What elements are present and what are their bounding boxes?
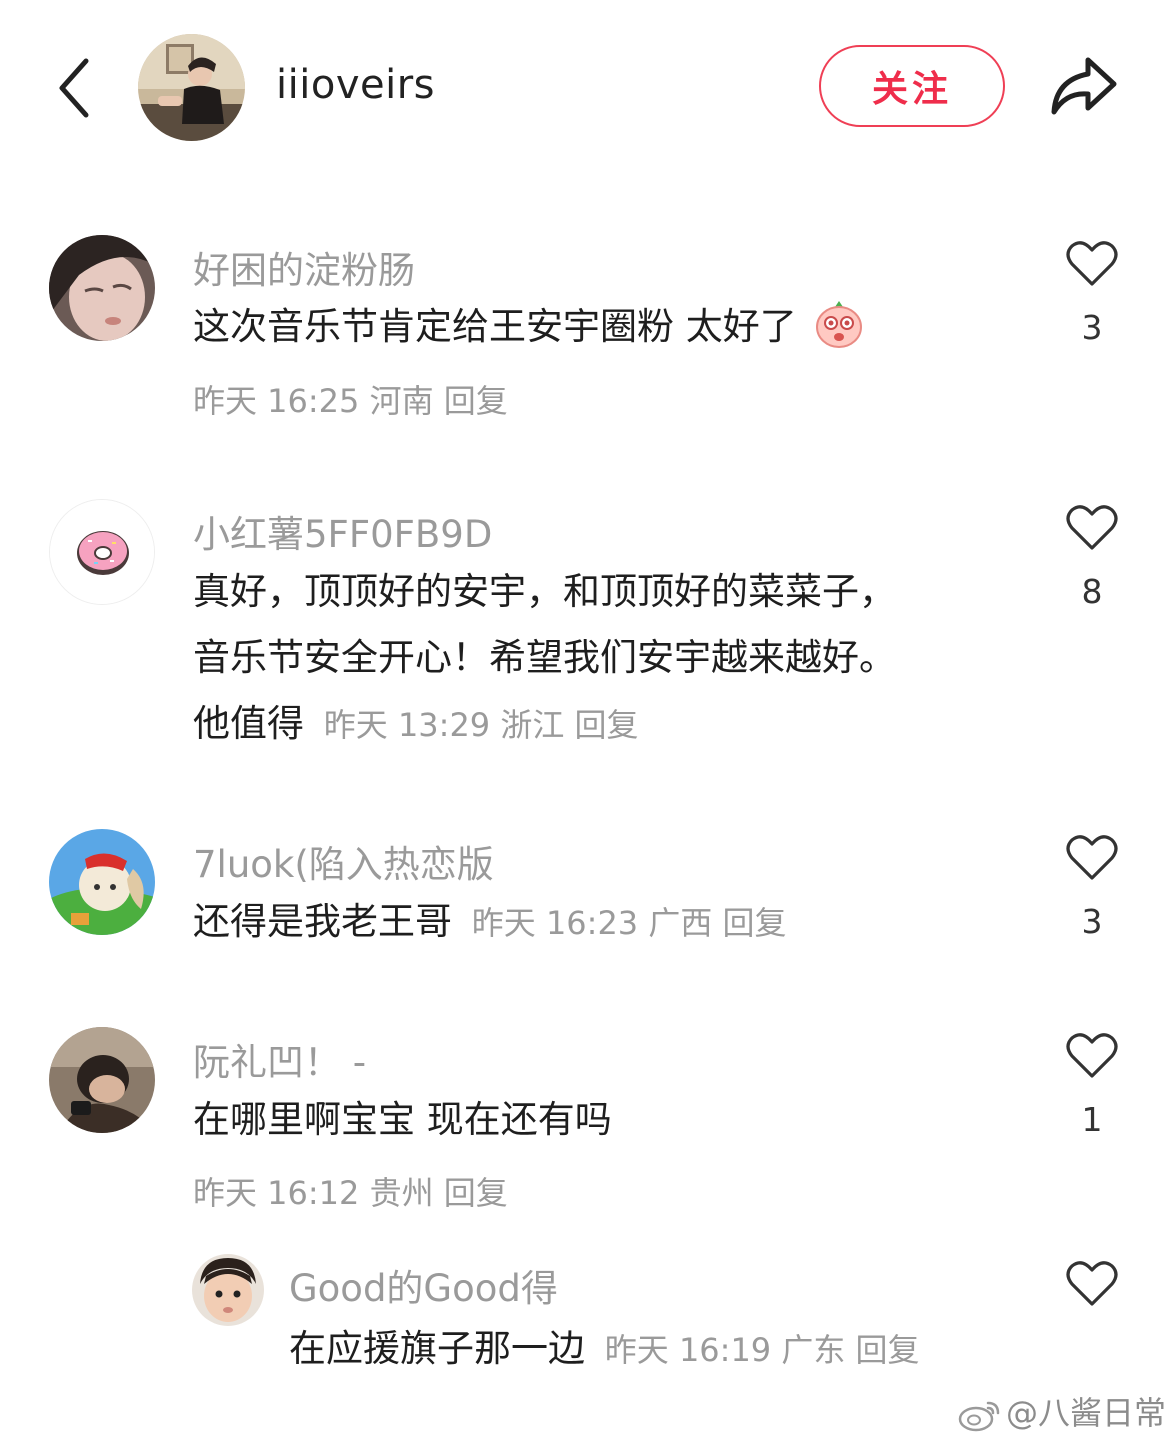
comment-text-tail: 他值得 [193, 702, 304, 745]
top-bar: iiioveirs 关注 [0, 0, 1170, 170]
back-arrow-icon [59, 58, 89, 118]
comment-location: 贵州 [369, 1174, 434, 1212]
watermark: @八酱日常 [958, 1388, 1166, 1434]
heart-icon[interactable] [1066, 1260, 1118, 1308]
comment-text-body: 在应援旗子那一边 [289, 1327, 585, 1370]
comment-location: 浙江 [500, 706, 565, 744]
heart-icon[interactable] [1066, 240, 1118, 288]
like-count: 3 [1081, 308, 1103, 347]
reply-button[interactable]: 回复 [444, 1174, 508, 1212]
watermark-text: @八酱日常 [1006, 1394, 1167, 1432]
like-count: 3 [1081, 902, 1103, 941]
like-count: 1 [1081, 1100, 1103, 1139]
comment-time: 昨天 13:29 [323, 706, 491, 744]
comment-location: 河南 [369, 382, 434, 420]
comment-text-line: 他值得 昨天 13:29 浙江 回复 [193, 691, 639, 758]
commenter-username[interactable]: 好困的淀粉肠 [193, 240, 415, 294]
comment-meta: 昨天 13:29 浙江 回复 [324, 706, 639, 744]
commenter-avatar[interactable] [49, 829, 155, 935]
blush-emoji-icon [815, 301, 862, 348]
commenter-username[interactable]: 阮礼凹！ - [193, 1032, 366, 1086]
profile-name[interactable]: iiioveirs [276, 62, 435, 108]
reply-button[interactable]: 回复 [444, 382, 508, 420]
heart-icon[interactable] [1066, 834, 1118, 882]
reply-button[interactable]: 回复 [723, 904, 787, 942]
comment-location: 广西 [648, 904, 713, 942]
reply-button[interactable]: 回复 [575, 706, 639, 744]
share-icon [1051, 57, 1117, 115]
comment-text: 还得是我老王哥 昨天 16:23 广西 回复 [193, 889, 787, 956]
comment-location: 广东 [781, 1331, 846, 1369]
comment-meta: 昨天 16:25 河南 回复 [193, 376, 508, 422]
commenter-username[interactable]: Good的Good得 [289, 1258, 558, 1312]
comment-text-body: 还得是我老王哥 [193, 900, 452, 943]
comment-text-line: 音乐节安全开心！希望我们安宇越来越好。 [193, 636, 896, 679]
comment-text: 这次音乐节肯定给王安宇圈粉 太好了 [193, 294, 865, 360]
heart-icon[interactable] [1066, 1032, 1118, 1080]
like-control: 3 [1062, 240, 1122, 347]
like-control: 3 [1062, 834, 1122, 941]
comment-time: 昨天 16:25 [193, 382, 360, 420]
commenter-username[interactable]: 7luok(陷入热恋版 [193, 834, 494, 888]
comment-meta: 昨天 16:19 广东 回复 [605, 1331, 920, 1369]
weibo-logo-icon [958, 1401, 1000, 1432]
commenter-avatar[interactable] [192, 1254, 264, 1326]
commenter-username[interactable]: 小红薯5FF0FB9D [193, 504, 492, 558]
comment-text: 在哪里啊宝宝 现在还有吗 [193, 1098, 612, 1141]
comment-time: 昨天 16:23 [471, 904, 639, 942]
back-button[interactable] [52, 55, 102, 121]
heart-icon[interactable] [1066, 504, 1118, 552]
commenter-avatar[interactable] [49, 1027, 155, 1133]
comment-time: 昨天 16:19 [604, 1331, 772, 1369]
comment-meta: 昨天 16:23 广西 回复 [472, 904, 787, 942]
follow-button[interactable]: 关注 [819, 45, 1005, 127]
share-button[interactable] [1048, 54, 1118, 118]
comment-time: 昨天 16:12 [193, 1174, 360, 1212]
reply-button[interactable]: 回复 [856, 1331, 920, 1369]
comment-meta: 昨天 16:12 贵州 回复 [193, 1168, 508, 1214]
like-control [1062, 1260, 1122, 1308]
comment-text: 在应援旗子那一边 昨天 16:19 广东 回复 [289, 1316, 920, 1383]
like-count: 8 [1081, 572, 1103, 611]
like-control: 8 [1062, 504, 1122, 611]
profile-avatar[interactable] [138, 34, 245, 141]
like-control: 1 [1062, 1032, 1122, 1139]
comment-text-line: 真好，顶顶好的安宇，和顶顶好的菜菜子， [193, 570, 896, 613]
comment-text-body: 这次音乐节肯定给王安宇圈粉 太好了 [193, 305, 797, 348]
commenter-avatar[interactable] [49, 235, 155, 341]
commenter-avatar[interactable] [49, 499, 155, 605]
